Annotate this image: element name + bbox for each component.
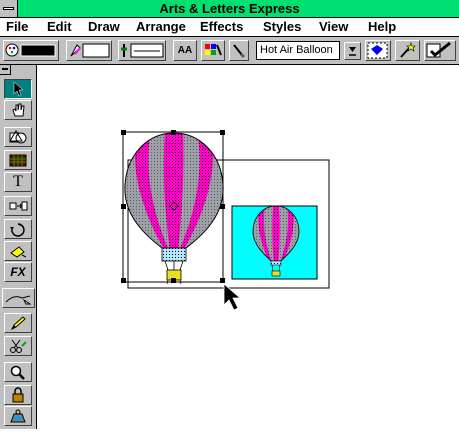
zoom-icon <box>10 365 25 380</box>
node-edit-tool[interactable] <box>4 196 32 216</box>
fx-tool[interactable]: FX <box>4 262 32 282</box>
menu-styles[interactable]: Styles <box>263 19 301 34</box>
node-edit-icon <box>9 201 28 211</box>
pencil-tool[interactable] <box>4 313 32 333</box>
shapes-tool[interactable] <box>4 127 32 147</box>
line-tool[interactable] <box>2 288 35 308</box>
text-tool[interactable]: T <box>4 172 32 192</box>
resize-handle-bottom <box>171 278 176 283</box>
weight-tool[interactable] <box>4 406 32 426</box>
toolbar: AA Hot Air Balloon <box>0 37 459 65</box>
scissors-tool[interactable] <box>4 336 32 356</box>
toolbox-menu-icon[interactable] <box>0 65 11 75</box>
title-bar: Arts & Letters Express <box>0 0 459 18</box>
toolbox: T FX <box>0 65 37 429</box>
lock-icon <box>12 387 24 403</box>
node-select-icon <box>367 42 388 59</box>
fill-icon <box>10 246 27 258</box>
line-style-button[interactable] <box>118 40 166 61</box>
grid-icon <box>9 154 27 167</box>
color-mixer-button[interactable] <box>201 40 225 61</box>
drawing-canvas[interactable] <box>37 65 459 429</box>
hand-icon <box>12 103 25 117</box>
menu-arrange[interactable]: Arrange <box>136 19 186 34</box>
color-mixer-icon <box>205 44 222 56</box>
palette-icon <box>5 43 56 57</box>
menu-view[interactable]: View <box>319 19 348 34</box>
lock-tool[interactable] <box>4 385 32 405</box>
resize-handle-top-right <box>220 130 225 135</box>
line-color-button[interactable] <box>66 40 112 61</box>
menu-help[interactable]: Help <box>368 19 396 34</box>
menu-bar: File Edit Draw Arrange Effects Styles Vi… <box>0 18 459 37</box>
menu-edit[interactable]: Edit <box>47 19 72 34</box>
shapes-icon <box>9 130 27 144</box>
type-button[interactable]: AA <box>173 40 197 61</box>
resize-handle-right <box>220 204 225 209</box>
style-name-field[interactable]: Hot Air Balloon <box>256 41 340 60</box>
scissors-icon <box>10 339 27 353</box>
menu-file[interactable]: File <box>6 19 28 34</box>
chevron-down-icon <box>349 47 356 56</box>
fill-tool[interactable] <box>4 241 32 261</box>
pointer-tool[interactable] <box>4 79 32 99</box>
node-select-button[interactable] <box>365 40 391 61</box>
magic-wand-button[interactable] <box>395 40 420 61</box>
style-dropdown-button[interactable] <box>344 42 361 60</box>
symbols-tool[interactable] <box>4 150 32 170</box>
resize-handle-bottom-right <box>220 278 225 283</box>
canvas-artwork <box>121 130 330 311</box>
preview-picture[interactable] <box>231 205 318 280</box>
line-tool-icon <box>5 295 32 305</box>
hand-tool[interactable] <box>4 100 32 120</box>
resize-handle-top <box>171 130 176 135</box>
resize-handle-left <box>121 204 126 209</box>
weight-icon <box>10 409 26 423</box>
resize-handle-bottom-left <box>121 278 126 283</box>
brush-button[interactable] <box>229 40 249 61</box>
window-title: Arts & Letters Express <box>159 1 300 16</box>
magic-wand-icon <box>400 42 416 58</box>
pencil-icon <box>10 316 26 331</box>
checkmark-icon <box>426 41 451 58</box>
pen-nib-icon <box>70 43 110 58</box>
rotate-tool[interactable] <box>4 219 32 239</box>
brush-icon <box>233 44 246 59</box>
fill-color-button[interactable] <box>3 40 59 61</box>
menu-draw[interactable]: Draw <box>88 19 120 34</box>
rotate-icon <box>10 223 25 237</box>
spell-check-button[interactable] <box>424 40 456 61</box>
resize-handle-top-left <box>121 130 126 135</box>
arrow-pointer-icon <box>13 81 24 97</box>
zoom-tool[interactable] <box>4 362 32 382</box>
menu-effects[interactable]: Effects <box>200 19 243 34</box>
line-weight-icon <box>121 43 164 58</box>
